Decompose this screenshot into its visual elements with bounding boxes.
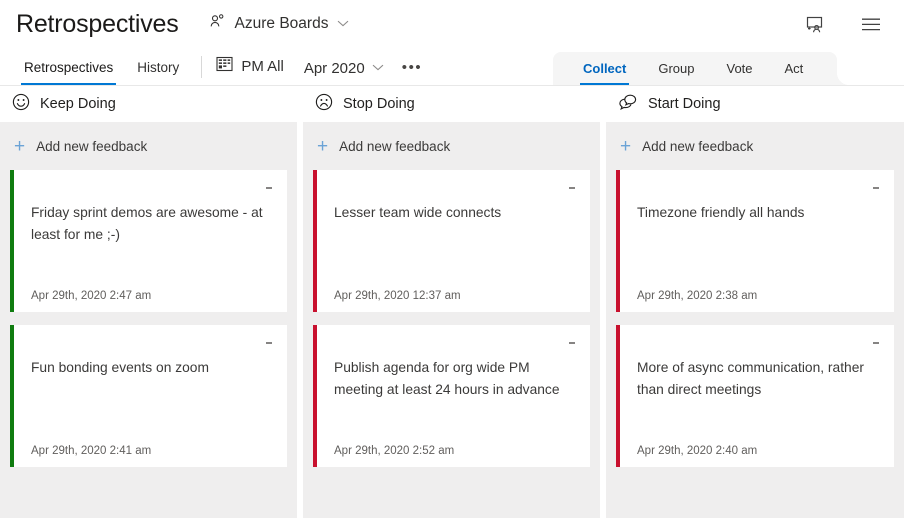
column-title: Start Doing	[648, 96, 721, 112]
column-header-stop-doing: Stop Doing	[303, 86, 600, 122]
board-selector[interactable]: PM All	[212, 56, 288, 85]
feedback-card-text: Lesser team wide connects	[334, 202, 574, 224]
board-grid-icon	[216, 56, 233, 77]
feedback-card-timestamp: Apr 29th, 2020 12:37 am	[334, 276, 574, 302]
team-picker[interactable]: Azure Boards	[205, 10, 354, 38]
date-selector[interactable]: Apr 2020	[288, 59, 390, 85]
column-header-start-doing: Start Doing	[606, 86, 904, 122]
feedback-card-timestamp: Apr 29th, 2020 2:47 am	[31, 276, 271, 302]
feedback-card[interactable]: Timezone friendly all hands Apr 29th, 20…	[616, 170, 894, 312]
chevron-down-icon	[337, 15, 349, 33]
add-feedback-button-stop-doing[interactable]: + Add new feedback	[313, 122, 590, 170]
card-menu-icon[interactable]	[868, 333, 884, 353]
nav-divider	[201, 56, 202, 78]
column-start-doing: + Add new feedback Timezone friendly all…	[606, 122, 904, 518]
focus-mode-icon[interactable]	[802, 11, 828, 37]
column-title: Stop Doing	[343, 96, 415, 112]
feedback-card-timestamp: Apr 29th, 2020 2:52 am	[334, 431, 574, 457]
more-options-button[interactable]: •••	[390, 63, 431, 85]
card-menu-icon[interactable]	[261, 178, 277, 198]
feedback-card-timestamp: Apr 29th, 2020 2:41 am	[31, 431, 271, 457]
plus-icon: +	[14, 137, 25, 156]
feedback-card-timestamp: Apr 29th, 2020 2:40 am	[637, 431, 878, 457]
board-selector-label: PM All	[241, 58, 284, 75]
header-actions	[802, 11, 890, 37]
nav-tabs: Retrospectives History	[12, 47, 191, 85]
app-header: Retrospectives Azure Boards	[0, 0, 904, 48]
workflow-tab-act[interactable]: Act	[769, 61, 820, 85]
nav-tab-retrospectives[interactable]: Retrospectives	[12, 60, 125, 85]
feedback-card-text: Fun bonding events on zoom	[31, 357, 271, 379]
column-stop-doing: + Add new feedback Lesser team wide conn…	[303, 122, 600, 518]
smiley-happy-icon	[12, 93, 30, 116]
feedback-card-text: More of async communication, rather than…	[637, 357, 878, 401]
feedback-card-text: Friday sprint demos are awesome - at lea…	[31, 202, 271, 246]
card-menu-icon[interactable]	[564, 178, 580, 198]
feedback-card[interactable]: Friday sprint demos are awesome - at lea…	[10, 170, 287, 312]
feedback-card[interactable]: Lesser team wide connects Apr 29th, 2020…	[313, 170, 590, 312]
speech-bubbles-icon	[618, 93, 638, 116]
hamburger-menu-icon[interactable]	[858, 11, 884, 37]
plus-icon: +	[317, 137, 328, 156]
add-feedback-label: Add new feedback	[642, 139, 753, 154]
column-keep-doing: + Add new feedback Friday sprint demos a…	[0, 122, 297, 518]
card-menu-icon[interactable]	[564, 333, 580, 353]
feedback-card[interactable]: More of async communication, rather than…	[616, 325, 894, 467]
column-title: Keep Doing	[40, 96, 116, 112]
plus-icon: +	[620, 137, 631, 156]
feedback-card-text: Timezone friendly all hands	[637, 202, 878, 224]
workflow-tab-group[interactable]: Group	[642, 61, 710, 85]
date-selector-label: Apr 2020	[304, 60, 365, 77]
page-title: Retrospectives	[16, 9, 179, 39]
team-picker-label: Azure Boards	[235, 15, 329, 33]
workflow-tab-label: Vote	[726, 61, 752, 76]
retro-board: + Add new feedback Friday sprint demos a…	[0, 122, 904, 518]
card-menu-icon[interactable]	[261, 333, 277, 353]
card-menu-icon[interactable]	[868, 178, 884, 198]
workflow-tabs: Collect Group Vote Act	[553, 52, 837, 85]
add-feedback-label: Add new feedback	[36, 139, 147, 154]
workflow-tab-vote[interactable]: Vote	[710, 61, 768, 85]
chevron-down-icon	[372, 59, 384, 77]
workflow-tab-label: Collect	[583, 61, 626, 76]
workflow-tab-label: Group	[658, 61, 694, 76]
add-feedback-button-start-doing[interactable]: + Add new feedback	[616, 122, 894, 170]
smiley-sad-icon	[315, 93, 333, 116]
add-feedback-label: Add new feedback	[339, 139, 450, 154]
nav-tab-label: Retrospectives	[24, 60, 113, 75]
workflow-tab-collect[interactable]: Collect	[567, 61, 642, 85]
workflow-tab-label: Act	[785, 61, 804, 76]
feedback-card[interactable]: Publish agenda for org wide PM meeting a…	[313, 325, 590, 467]
add-feedback-button-keep-doing[interactable]: + Add new feedback	[10, 122, 287, 170]
nav-row: Retrospectives History PM All Apr 2020	[0, 48, 904, 86]
nav-tab-history[interactable]: History	[125, 60, 191, 85]
column-headers: Keep Doing Stop Doing Start Doing	[0, 86, 904, 122]
feedback-card-timestamp: Apr 29th, 2020 2:38 am	[637, 276, 878, 302]
column-header-keep-doing: Keep Doing	[0, 86, 297, 122]
feedback-card-text: Publish agenda for org wide PM meeting a…	[334, 357, 574, 401]
feedback-card[interactable]: Fun bonding events on zoom Apr 29th, 202…	[10, 325, 287, 467]
person-team-icon	[209, 13, 226, 35]
nav-tab-label: History	[137, 60, 179, 75]
